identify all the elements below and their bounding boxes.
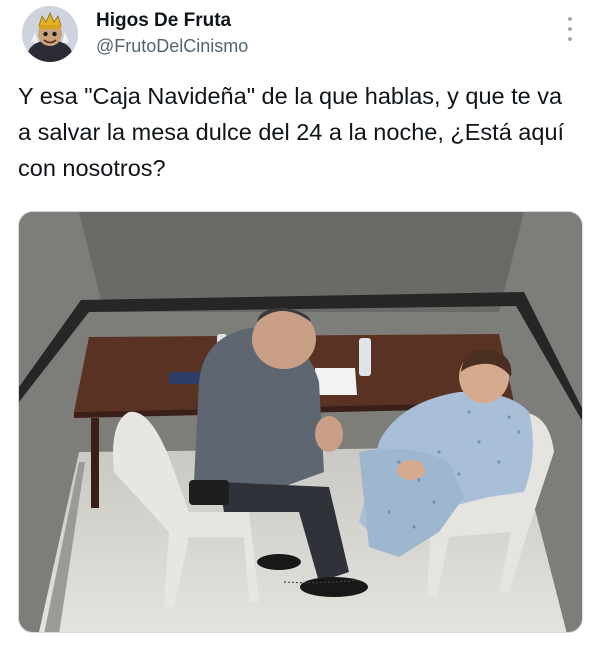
more-options-icon[interactable]: [562, 14, 578, 44]
king-avatar-icon: [22, 6, 78, 62]
tweet-header: Higos De Fruta @FrutoDelCinismo: [22, 4, 582, 64]
more-options-dot: [568, 27, 572, 31]
avatar[interactable]: [22, 6, 78, 62]
more-options-dot: [568, 17, 572, 21]
interrogation-room-photo: [19, 212, 582, 632]
tweet-text: Y esa "Caja Navideña" de la que hablas, …: [18, 83, 565, 181]
more-options-dot: [568, 37, 572, 41]
author-handle[interactable]: @FrutoDelCinismo: [96, 36, 248, 57]
tweet-media-image[interactable]: [18, 211, 583, 633]
tweet: Higos De Fruta @FrutoDelCinismo Y esa "C…: [0, 0, 600, 645]
author-name[interactable]: Higos De Fruta: [96, 10, 231, 32]
